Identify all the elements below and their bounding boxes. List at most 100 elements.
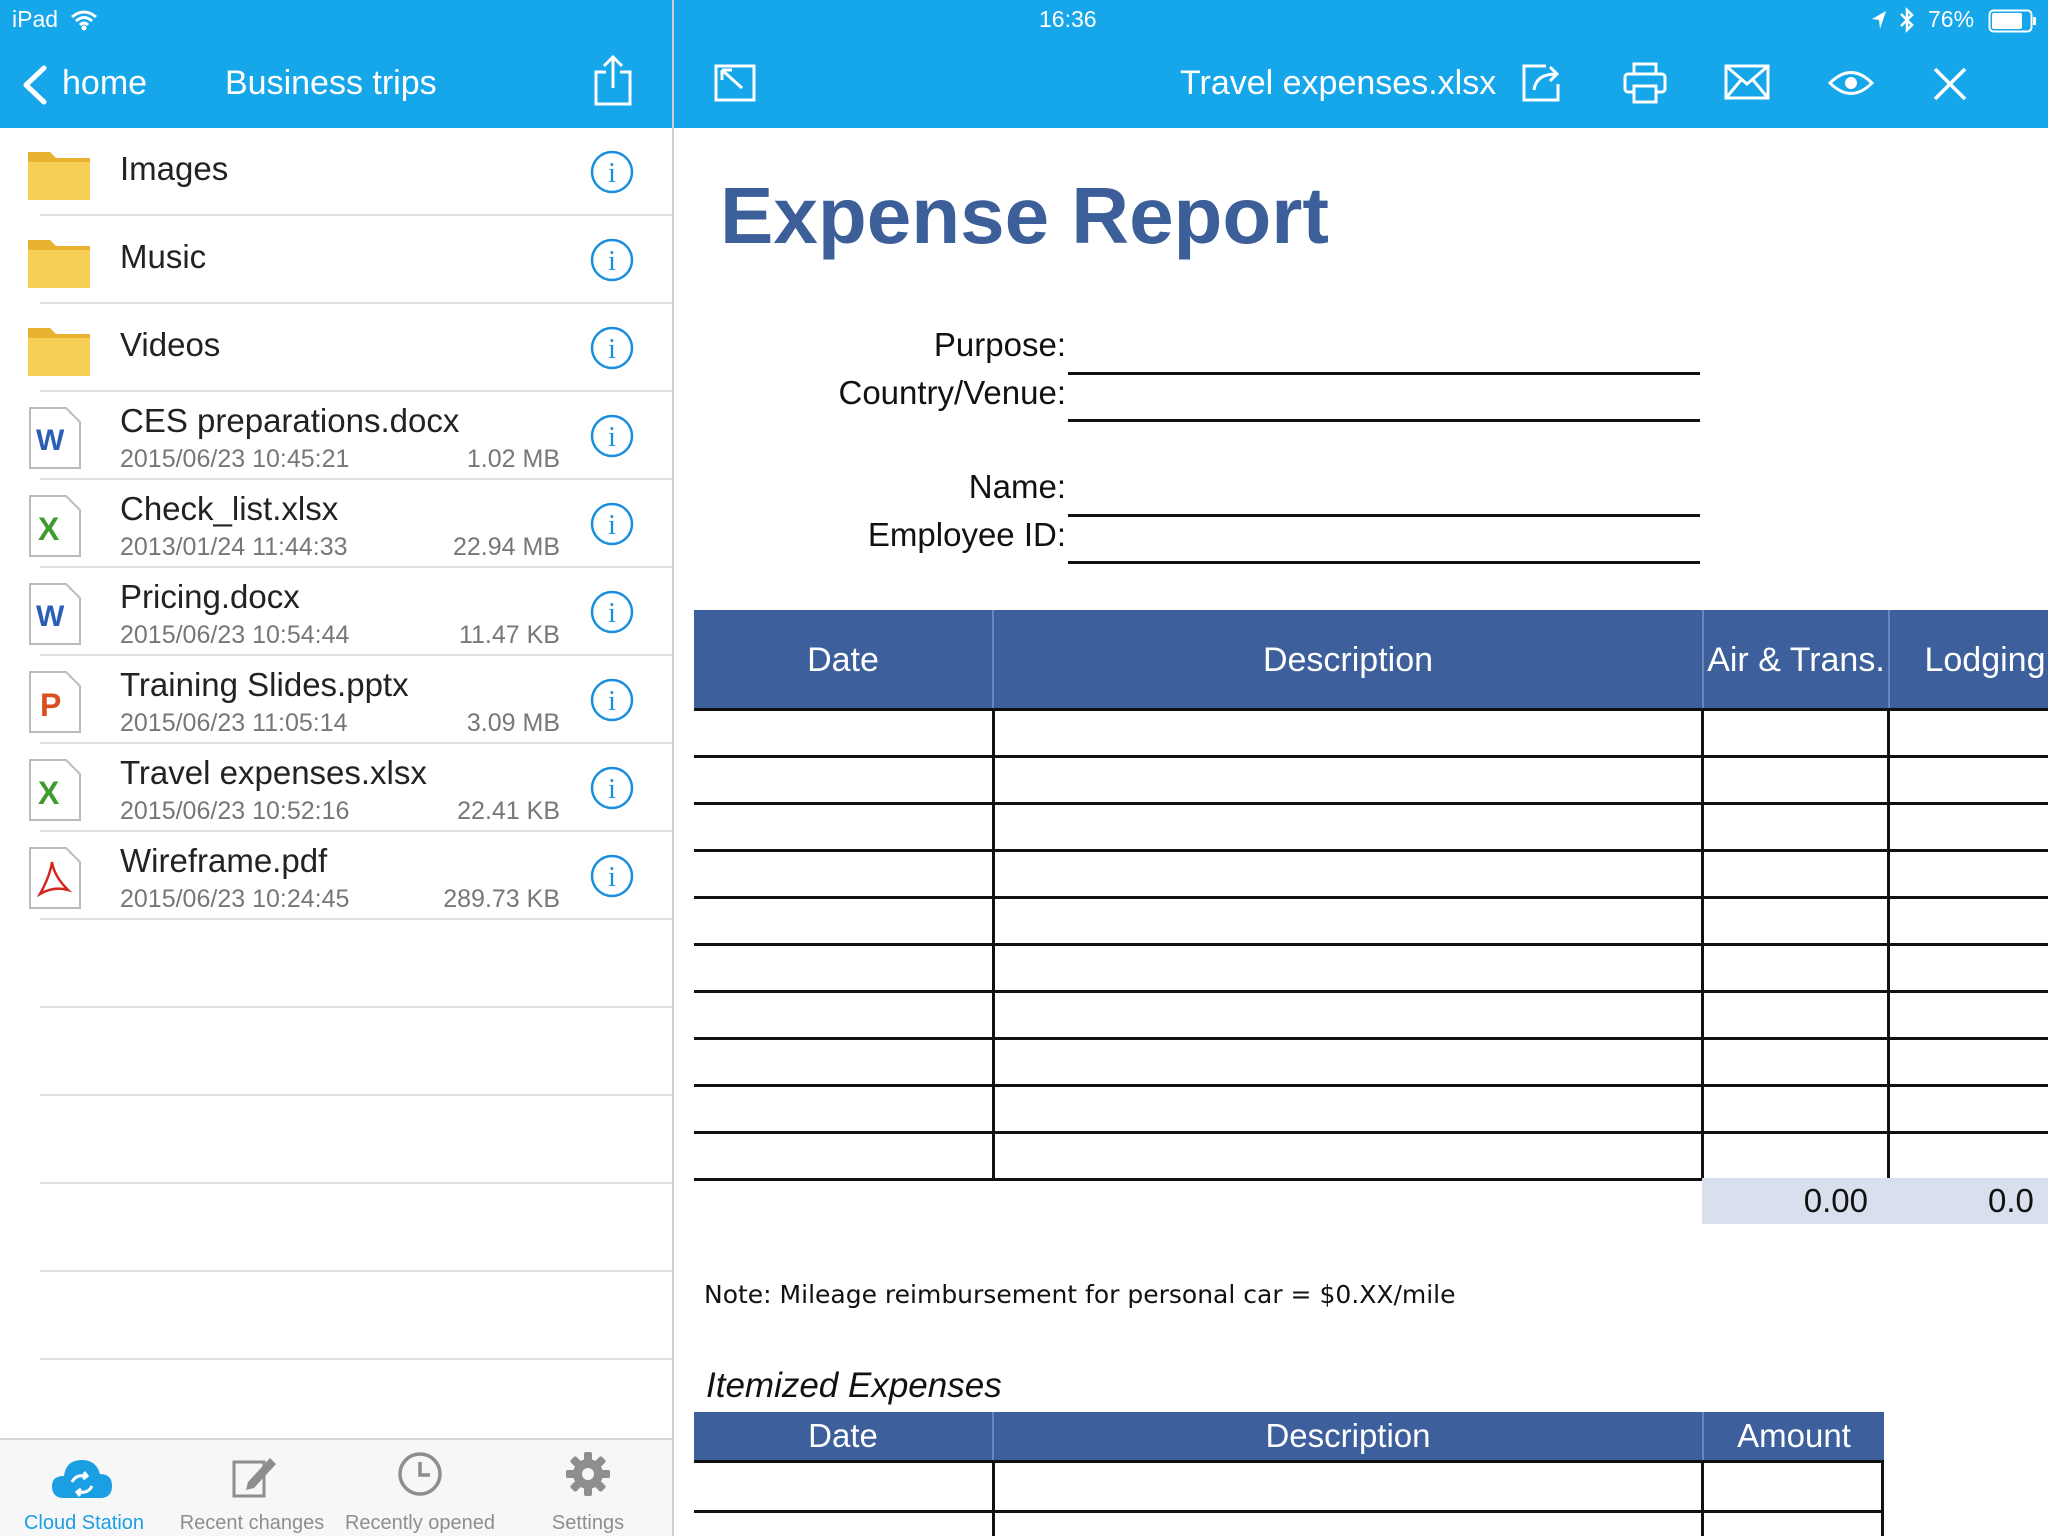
file-date: 2013/01/24 11:44:33 (120, 533, 348, 561)
table-column-line (1701, 1460, 1704, 1536)
table-row-line (694, 943, 2048, 946)
tab-recently-opened[interactable]: Recently opened (336, 1440, 504, 1536)
svg-text:i: i (608, 598, 616, 629)
itemized-expenses-title: Itemized Expenses (706, 1366, 1002, 1405)
clock-icon (398, 1452, 442, 1496)
file-name: Pricing.docx (120, 578, 300, 615)
folder-title: Business trips (225, 64, 437, 102)
list-item-file[interactable]: Wireframe.pdf 2015/06/23 10:24:45 289.73… (29, 832, 672, 920)
mail-icon[interactable] (1724, 64, 1770, 100)
table-row-line (694, 1460, 1884, 1463)
file-name: Videos (120, 326, 221, 363)
info-icon[interactable]: i (590, 502, 634, 546)
file-date: 2015/06/23 10:24:45 (120, 885, 350, 913)
battery-icon (1988, 9, 2036, 33)
file-name: Images (120, 150, 229, 187)
file-name: Training Slides.pptx (120, 666, 409, 703)
file-name: CES preparations.docx (120, 402, 460, 439)
svg-text:i: i (608, 862, 616, 893)
file-size: 289.73 KB (443, 885, 560, 913)
total-lodging: 0.0 (1888, 1178, 2048, 1224)
cloud-sync-icon (52, 1460, 112, 1498)
excel-file-icon: X (29, 495, 81, 557)
svg-text:W: W (36, 600, 65, 633)
collapse-icon[interactable] (714, 64, 758, 104)
svg-text:i: i (608, 686, 616, 717)
info-icon[interactable]: i (590, 766, 634, 810)
info-icon[interactable]: i (590, 238, 634, 282)
table-row-line (694, 1084, 2048, 1087)
list-item-folder-music[interactable]: Music i (28, 216, 672, 304)
itemized-header-amount: Amount (1737, 1417, 1851, 1454)
list-item-file[interactable]: W Pricing.docx 2015/06/23 10:54:44 11.47… (29, 568, 672, 656)
close-icon[interactable] (1932, 66, 1968, 102)
file-list: Images i Music i Videos i W CES preparat… (0, 128, 672, 1360)
file-date: 2015/06/23 10:52:16 (120, 797, 350, 825)
pdf-file-icon (29, 847, 81, 909)
file-size: 22.94 MB (452, 533, 560, 561)
svg-text:W: W (36, 424, 65, 457)
employee-id-field (1068, 561, 1700, 564)
table-row-line (694, 1037, 2048, 1040)
tab-settings[interactable]: Settings (504, 1440, 672, 1536)
document-viewer[interactable]: Expense Report Purpose: Country/Venue: N… (674, 128, 2048, 1536)
file-name: Wireframe.pdf (120, 842, 328, 879)
excel-file-icon: X (29, 759, 81, 821)
itemized-header-description: Description (1265, 1417, 1431, 1454)
info-icon[interactable]: i (590, 678, 634, 722)
expense-table-header: Date Description Air & Trans. Lodging (694, 610, 2048, 710)
file-date: 2015/06/23 10:45:21 (120, 445, 350, 473)
svg-text:P: P (40, 687, 61, 723)
device-label: iPad (12, 6, 59, 32)
header-date: Date (807, 641, 879, 679)
info-icon[interactable]: i (590, 414, 634, 458)
table-row-line (694, 708, 2048, 711)
file-size: 3.09 MB (466, 709, 560, 737)
empty-row (40, 920, 672, 1008)
svg-text:i: i (608, 158, 616, 189)
print-icon[interactable] (1622, 62, 1668, 104)
empty-row (40, 1272, 672, 1360)
table-column-line (1701, 708, 1704, 1180)
itemized-table-header: Date Description Amount (694, 1412, 1884, 1460)
table-row-line (694, 755, 2048, 758)
list-item-file[interactable]: W CES preparations.docx 2015/06/23 10:45… (29, 392, 672, 480)
header-air-trans: Air & Trans. (1707, 641, 1885, 679)
back-button[interactable]: home (20, 60, 160, 110)
table-column-line (992, 1460, 995, 1536)
svg-text:i: i (608, 510, 616, 541)
list-item-file[interactable]: X Travel expenses.xlsx 2015/06/23 10:52:… (29, 744, 672, 832)
empty-row (40, 1008, 672, 1096)
info-icon[interactable]: i (590, 590, 634, 634)
word-file-icon: W (29, 407, 81, 469)
info-icon[interactable]: i (590, 854, 634, 898)
header-description: Description (1262, 641, 1434, 679)
table-row-line (694, 1510, 1884, 1513)
file-size: 22.41 KB (457, 797, 560, 825)
svg-text:i: i (608, 774, 616, 805)
tab-recent-changes[interactable]: Recent changes (168, 1440, 336, 1536)
list-item-file[interactable]: X Check_list.xlsx 2013/01/24 11:44:33 22… (29, 480, 672, 568)
table-row-line (694, 896, 2048, 899)
list-item-folder-images[interactable]: Images i (28, 128, 672, 216)
info-icon[interactable]: i (590, 150, 634, 194)
table-column-line (1887, 708, 1890, 1180)
name-field (1068, 514, 1700, 517)
table-row-line (694, 990, 2048, 993)
preview-eye-icon[interactable] (1828, 68, 1874, 98)
tab-cloud-station[interactable]: Cloud Station (0, 1440, 168, 1536)
folder-icon (28, 152, 90, 200)
table-row-line (694, 849, 2048, 852)
list-item-file[interactable]: P Training Slides.pptx 2015/06/23 11:05:… (29, 656, 672, 744)
file-name: Travel expenses.xlsx (120, 754, 427, 791)
svg-text:X: X (38, 775, 60, 811)
share-icon[interactable] (592, 54, 634, 108)
tab-label: Cloud Station (23, 1512, 145, 1534)
info-icon[interactable]: i (590, 326, 634, 370)
purpose-field (1068, 372, 1700, 375)
list-item-folder-videos[interactable]: Videos i (28, 304, 672, 392)
open-in-icon[interactable] (1520, 62, 1564, 104)
purpose-label: Purpose: (933, 326, 1066, 363)
document-filename: Travel expenses.xlsx (1180, 64, 1497, 102)
folder-icon (28, 328, 90, 376)
